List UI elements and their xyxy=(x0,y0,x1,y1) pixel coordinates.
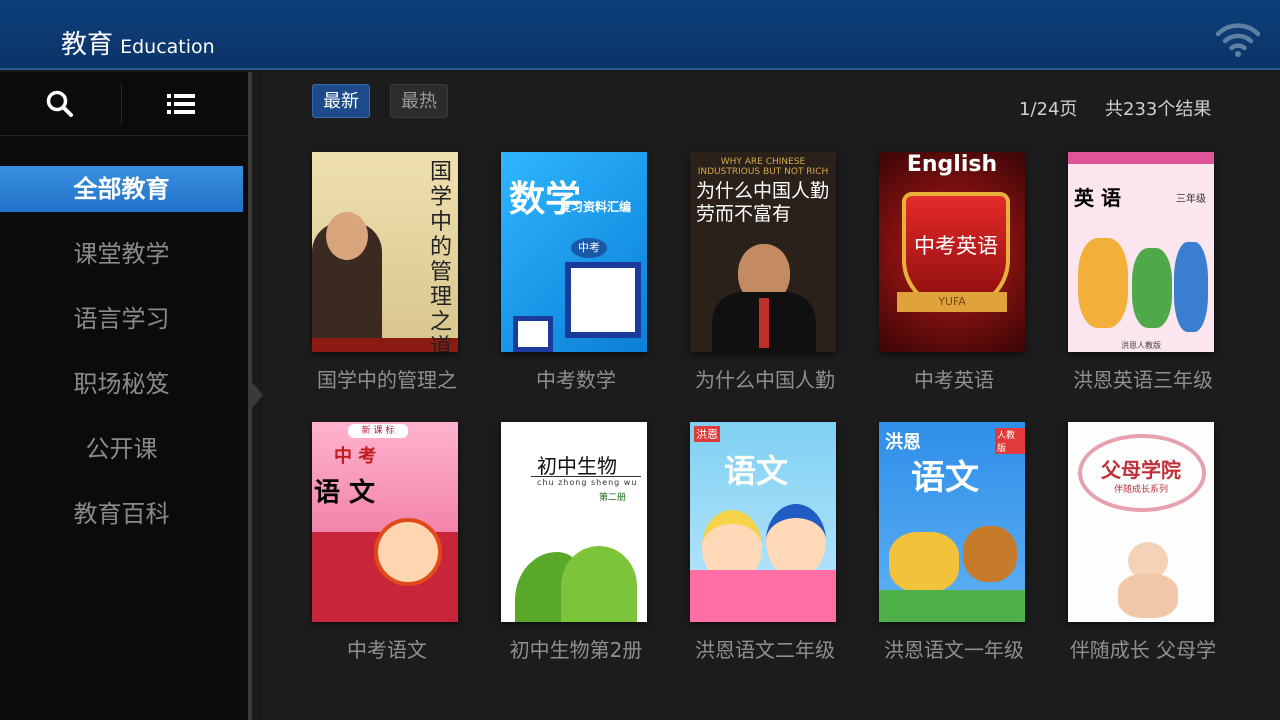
book-title: 中考数学 xyxy=(536,368,616,392)
sidebar-item-all-education[interactable]: 全部教育 xyxy=(0,166,243,212)
sidebar-toolbar xyxy=(0,72,248,136)
cover-title: 语 文 xyxy=(314,478,376,508)
category-nav: 全部教育 课堂教学 语言学习 职场秘笈 公开课 教育百科 xyxy=(0,166,248,556)
cover-title: 中考英语 xyxy=(914,234,998,258)
cover-title: 语文 xyxy=(911,458,979,498)
book-cover: WHY ARE CHINESE INDUSTRIOUS BUT NOT RICH… xyxy=(690,152,836,352)
main-content: 最新 最热 1/24页 共233个结果 国学中的管理之道 国学中的管理之 数学 … xyxy=(263,72,1280,720)
book-title: 初中生物第2册 xyxy=(509,638,643,662)
cover-publisher: 人教版 xyxy=(995,428,1025,454)
book-title: 洪恩英语三年级 xyxy=(1073,368,1213,392)
book-item[interactable]: English 中考英语 YUFA 中考英语 xyxy=(879,152,1029,393)
book-title: 伴随成长 父母学 xyxy=(1069,638,1217,662)
wifi-icon xyxy=(1216,23,1260,57)
cover-english: WHY ARE CHINESE INDUSTRIOUS BUT NOT RICH xyxy=(697,157,829,177)
book-item[interactable]: 国学中的管理之道 国学中的管理之 xyxy=(312,152,462,393)
sidebar-item-career[interactable]: 职场秘笈 xyxy=(0,361,243,407)
cover-tag: 中考 xyxy=(571,238,607,258)
cover-subtitle: 伴随成长系列 xyxy=(1113,485,1168,495)
book-cover: 国学中的管理之道 xyxy=(312,152,458,352)
book-item[interactable]: WHY ARE CHINESE INDUSTRIOUS BUT NOT RICH… xyxy=(690,152,840,393)
book-item[interactable]: 数学 复习资料汇编 中考 中考数学 xyxy=(501,152,651,393)
book-cover: 父母学院 伴随成长系列 xyxy=(1068,422,1214,622)
book-title: 洪恩语文一年级 xyxy=(884,638,1024,662)
title-zh: 教育 xyxy=(61,30,114,60)
page-indicator: 1/24页 xyxy=(1019,99,1078,120)
cover-tag: 洪恩 xyxy=(694,426,720,442)
book-cover: 初中生物 chu zhong sheng wu 第二册 xyxy=(501,422,647,622)
cover-subtitle: 复习资料汇编 xyxy=(559,200,632,214)
book-title: 中考语文 xyxy=(347,638,427,662)
cover-title: 国学中的管理之道 xyxy=(430,160,453,352)
book-cover: 英 语 三年级 洪恩人教版 xyxy=(1068,152,1214,352)
cover-publisher: 洪恩人教版 xyxy=(1121,341,1161,350)
cover-title: 为什么中国人勤劳而不富有 xyxy=(696,180,830,225)
sidebar-item-classroom[interactable]: 课堂教学 xyxy=(0,231,243,277)
filter-latest-button[interactable]: 最新 xyxy=(312,84,370,118)
title-en: Education xyxy=(120,36,215,58)
cover-english: English xyxy=(906,152,998,177)
cover-title: 初中生物 xyxy=(537,454,617,478)
book-item[interactable]: 洪恩 人教版 语文 洪恩语文一年级 xyxy=(879,422,1029,663)
cover-subtitle: 新 课 标 xyxy=(348,424,408,438)
cover-tag: 第二册 xyxy=(599,493,627,503)
sidebar-item-open-course[interactable]: 公开课 xyxy=(0,426,243,472)
cover-ribbon: YUFA xyxy=(897,292,1007,312)
toolbar-divider xyxy=(0,135,248,136)
search-button[interactable] xyxy=(44,88,76,120)
sidebar: 全部教育 课堂教学 语言学习 职场秘笈 公开课 教育百科 xyxy=(0,72,248,720)
sidebar-item-language[interactable]: 语言学习 xyxy=(0,296,243,342)
result-count: 共233个结果 xyxy=(1105,99,1212,120)
book-cover: 数学 复习资料汇编 中考 xyxy=(501,152,647,352)
book-title: 国学中的管理之 xyxy=(317,368,457,392)
list-view-button[interactable] xyxy=(165,88,197,120)
book-item[interactable]: 新 课 标 中 考 语 文 中考语文 xyxy=(312,422,462,663)
book-title: 中考英语 xyxy=(914,368,994,392)
book-item[interactable]: 父母学院 伴随成长系列 伴随成长 父母学 xyxy=(1068,422,1218,663)
book-item[interactable]: 洪恩 语文 洪恩语文二年级 xyxy=(690,422,840,663)
book-title: 为什么中国人勤 xyxy=(695,368,835,392)
cover-subtitle: chu zhong sheng wu xyxy=(537,478,638,487)
app-header: 教育 Education xyxy=(0,0,1280,70)
cover-title: 语文 xyxy=(724,452,789,490)
book-cover: 洪恩 语文 xyxy=(690,422,836,622)
book-cover: English 中考英语 YUFA xyxy=(879,152,1025,352)
cover-tag: 中 考 xyxy=(334,446,377,467)
cover-tag: 三年级 xyxy=(1176,194,1206,205)
list-icon xyxy=(167,94,195,114)
page-title: 教育 Education xyxy=(61,24,215,61)
cover-title: 父母学院 xyxy=(1101,458,1181,482)
book-item[interactable]: 英 语 三年级 洪恩人教版 洪恩英语三年级 xyxy=(1068,152,1218,393)
book-title: 洪恩语文二年级 xyxy=(695,638,835,662)
sidebar-pointer xyxy=(252,382,263,408)
filter-hot-button[interactable]: 最热 xyxy=(390,84,448,118)
book-cover: 洪恩 人教版 语文 xyxy=(879,422,1025,622)
cover-title: 英 语 xyxy=(1074,186,1121,210)
sidebar-item-encyclopedia[interactable]: 教育百科 xyxy=(0,491,243,537)
book-cover: 新 课 标 中 考 语 文 xyxy=(312,422,458,622)
search-icon xyxy=(46,90,73,117)
book-item[interactable]: 初中生物 chu zhong sheng wu 第二册 初中生物第2册 xyxy=(501,422,651,663)
toolbar-separator xyxy=(121,84,122,124)
